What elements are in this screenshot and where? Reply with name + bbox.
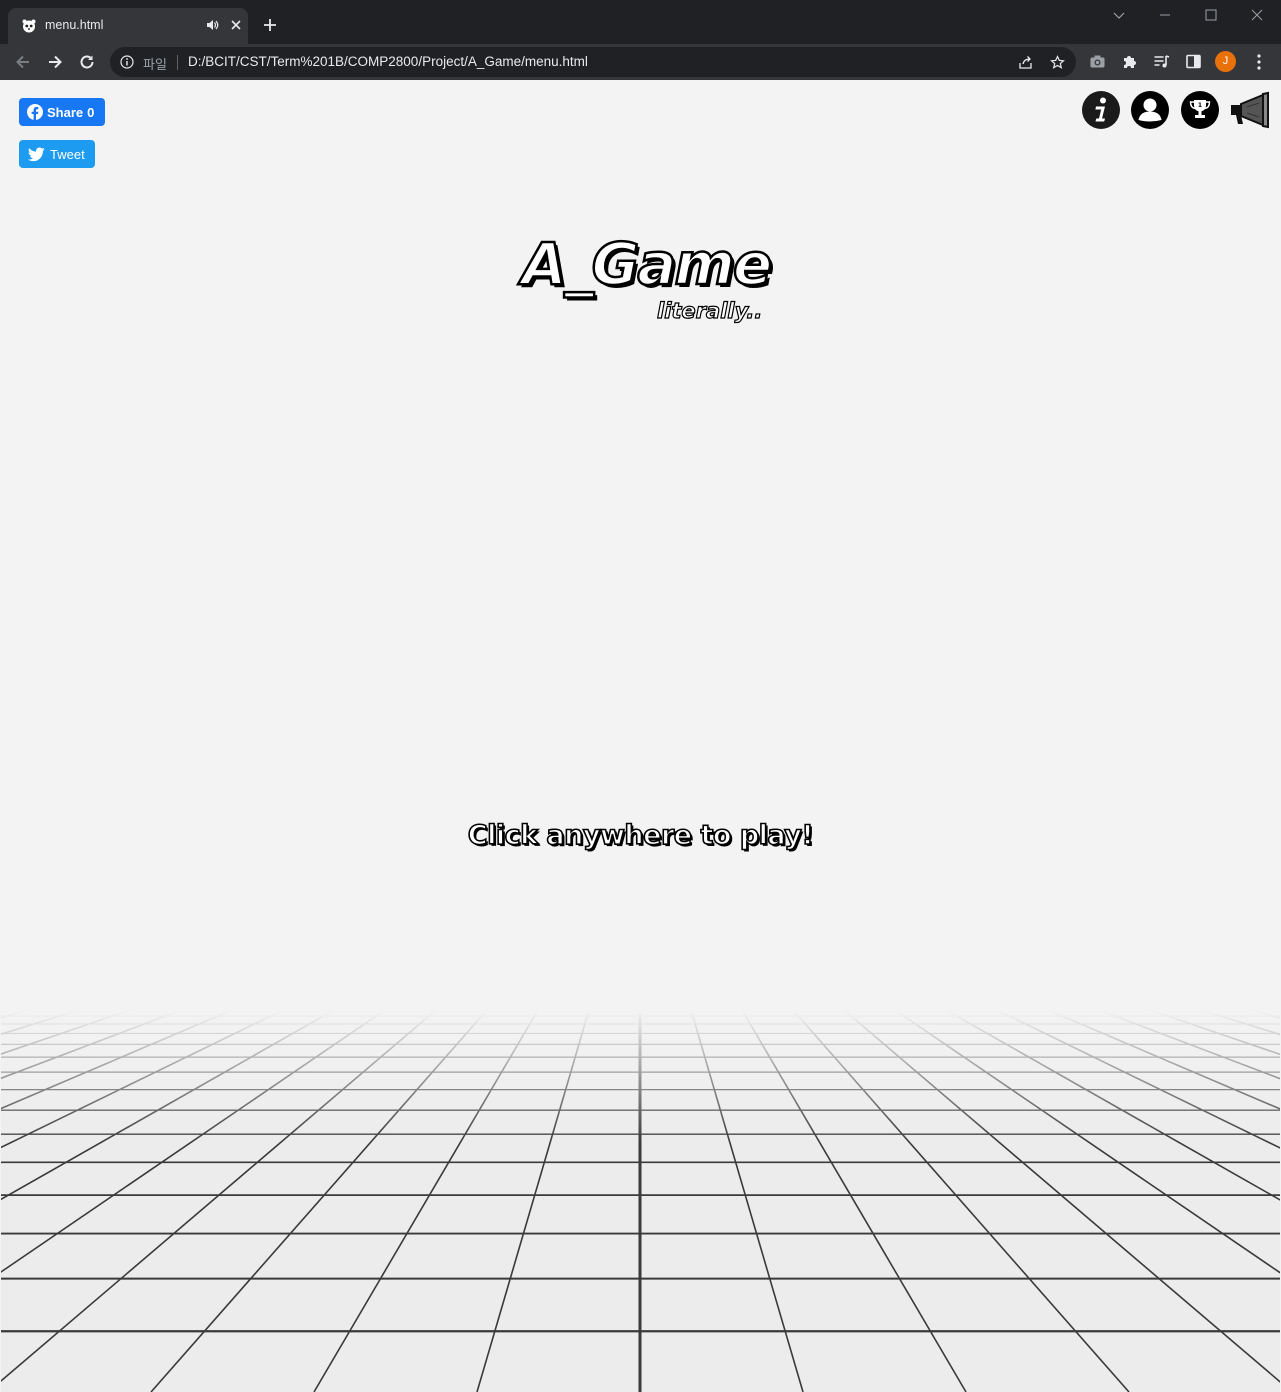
megaphone-icon[interactable] xyxy=(1229,90,1273,130)
info-icon[interactable] xyxy=(1081,90,1121,130)
tab-strip: menu.html xyxy=(0,0,1281,44)
media-control-icon[interactable] xyxy=(1153,53,1170,70)
tweet-label: Tweet xyxy=(50,146,85,162)
close-window-icon[interactable] xyxy=(1250,8,1264,22)
audio-playing-icon[interactable] xyxy=(205,18,219,32)
twitter-bird-icon xyxy=(28,146,45,161)
page-viewport[interactable]: Share 0 Tweet 1 A_Game literally.. Click… xyxy=(1,80,1280,1392)
minimize-icon[interactable] xyxy=(1158,8,1172,22)
share-page-icon[interactable] xyxy=(1018,55,1033,70)
tweet-button[interactable]: Tweet xyxy=(19,140,95,168)
maximize-icon[interactable] xyxy=(1204,8,1218,22)
tab-search-chevron-icon[interactable] xyxy=(1112,8,1126,22)
panda-favicon-icon xyxy=(22,19,36,33)
url-scheme-label: 파일 xyxy=(143,57,167,72)
close-tab-icon[interactable] xyxy=(229,18,243,32)
profile-avatar[interactable]: J xyxy=(1215,51,1236,72)
site-info-icon[interactable] xyxy=(120,55,134,69)
game-title: A_Game xyxy=(521,229,774,300)
forward-arrow-icon[interactable] xyxy=(46,53,64,71)
extensions-puzzle-icon[interactable] xyxy=(1121,53,1138,70)
address-separator xyxy=(177,55,178,70)
browser-tab[interactable]: menu.html xyxy=(8,8,248,44)
url-text[interactable]: D:/BCIT/CST/Term%201B/COMP2800/Project/A… xyxy=(188,54,588,69)
browser-menu-icon[interactable] xyxy=(1252,53,1266,71)
trophy-icon[interactable]: 1 xyxy=(1180,90,1220,130)
back-arrow-icon[interactable] xyxy=(14,53,32,71)
camera-icon[interactable] xyxy=(1089,53,1106,70)
user-profile-icon[interactable] xyxy=(1130,90,1170,130)
side-panel-icon[interactable] xyxy=(1185,53,1202,70)
facebook-icon xyxy=(27,104,43,120)
game-subtitle: literally.. xyxy=(656,298,763,323)
tiled-floor-background xyxy=(1,1010,1280,1392)
tab-title: menu.html xyxy=(45,18,104,32)
share-label: Share xyxy=(47,104,84,120)
share-count: 0 xyxy=(87,104,95,120)
browser-toolbar: 파일 D:/BCIT/CST/Term%201B/COMP2800/Projec… xyxy=(0,44,1281,80)
click-to-play-prompt[interactable]: Click anywhere to play! xyxy=(1,819,1280,852)
address-bar[interactable]: 파일 D:/BCIT/CST/Term%201B/COMP2800/Projec… xyxy=(110,47,1076,77)
new-tab-icon[interactable] xyxy=(262,17,278,33)
facebook-share-button[interactable]: Share 0 xyxy=(19,98,106,126)
bookmark-star-icon[interactable] xyxy=(1050,55,1065,70)
reload-icon[interactable] xyxy=(78,53,96,71)
browser-window: menu.html 파일 D:/BCIT/CST/Term%201B/COMP2… xyxy=(0,0,1281,80)
svg-text:1: 1 xyxy=(1198,102,1202,109)
